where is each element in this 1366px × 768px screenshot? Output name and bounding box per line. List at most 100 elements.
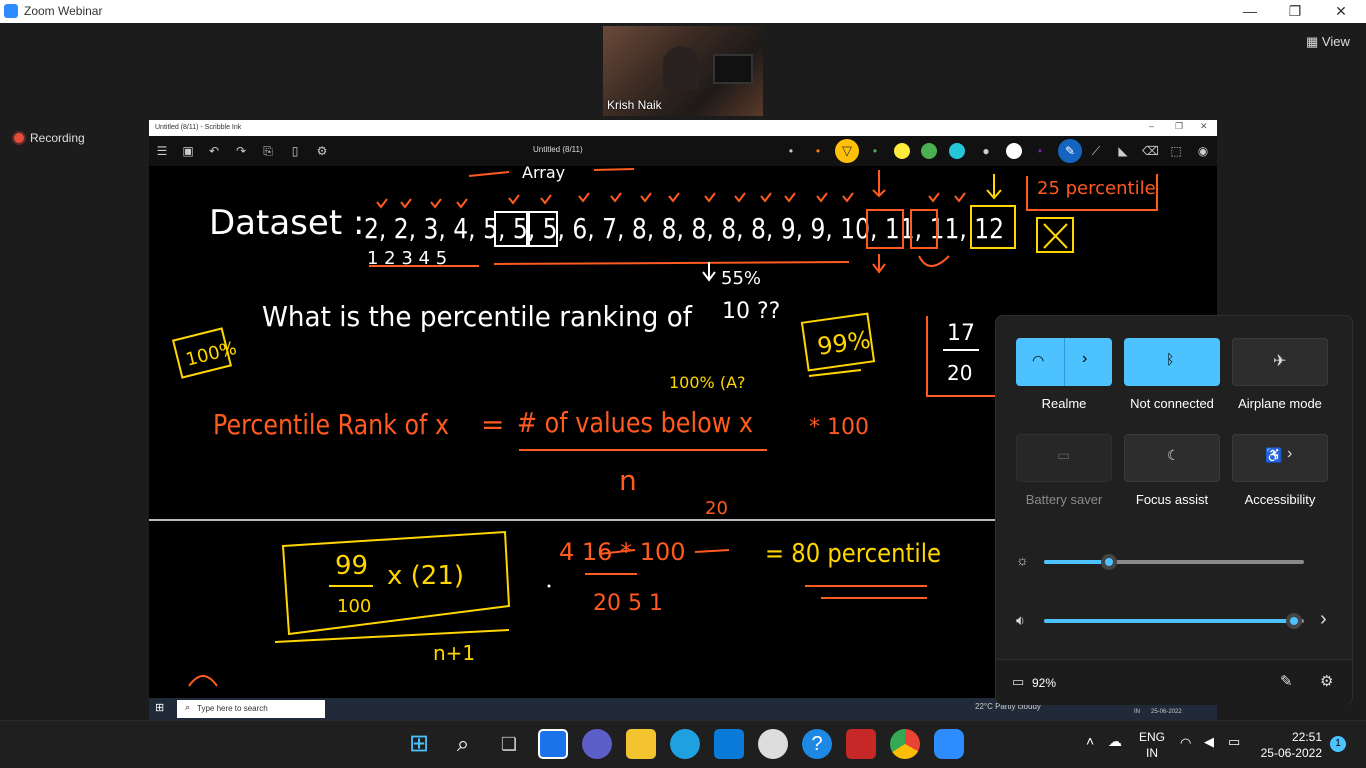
inner-lang: IN	[1134, 709, 1140, 715]
help-icon[interactable]: ?	[802, 729, 832, 759]
mcafee-icon[interactable]	[846, 729, 876, 759]
dot-small-purple-icon[interactable]: •	[1032, 143, 1048, 159]
task-view-icon[interactable]: ❏	[494, 729, 524, 759]
ink-close-button[interactable]: ✕	[1200, 121, 1208, 132]
lang-line1: ENG	[1139, 730, 1166, 744]
teams-chat-icon[interactable]	[582, 729, 612, 759]
swatch-yellow[interactable]	[894, 143, 910, 159]
start-button-icon[interactable]: ⊞	[404, 729, 434, 759]
highlighter-icon[interactable]: ▽	[835, 139, 859, 163]
swatch-white[interactable]	[1006, 143, 1022, 159]
box-numerator: 99	[335, 551, 368, 581]
close-button[interactable]: ✕	[1318, 0, 1364, 23]
ruler-icon[interactable]: ⟋	[1088, 143, 1104, 159]
edit-pencil-icon[interactable]: ✎	[1280, 672, 1293, 690]
calc-denominator: 20 5 1	[593, 591, 663, 616]
ink-minimize-button[interactable]: –	[1149, 121, 1154, 131]
eraser-icon[interactable]: ⌫	[1142, 143, 1159, 159]
view-button[interactable]: ▦ View	[1306, 34, 1350, 50]
clock[interactable]: 22:51 25-06-2022	[1261, 729, 1322, 761]
maximize-button[interactable]: ❐	[1272, 0, 1318, 23]
bluetooth-label: Not connected	[1130, 396, 1214, 411]
box-times: x (21)	[387, 561, 464, 591]
swatch-cyan[interactable]	[949, 143, 965, 159]
airplane-label: Airplane mode	[1238, 396, 1322, 411]
store-icon[interactable]	[714, 729, 744, 759]
swatch-green[interactable]	[921, 143, 937, 159]
triangle-icon[interactable]: ◣	[1115, 143, 1131, 159]
dot-small-green-icon[interactable]: •	[867, 143, 883, 159]
view-eye-icon[interactable]: ◉	[1195, 143, 1211, 159]
dot-medium-white-icon[interactable]: ●	[978, 143, 994, 159]
dot-small-orange-icon[interactable]: •	[810, 143, 826, 159]
clipboard-icon[interactable]: ⎘	[260, 143, 276, 159]
brightness-slider[interactable]	[1101, 554, 1117, 570]
settings-sliders-icon[interactable]: ⚙	[314, 143, 330, 159]
windows-taskbar: ⊞ ⌕ ❏ ? ˄ ☁ ENG IN ◠ ◀ ▭ 22:51 25-06-202…	[0, 720, 1366, 768]
clock-time: 22:51	[1291, 730, 1322, 744]
edge-browser-icon[interactable]	[670, 729, 700, 759]
ink-maximize-button[interactable]: ❐	[1175, 121, 1183, 132]
language-indicator[interactable]: ENG IN	[1139, 729, 1165, 761]
recording-indicator[interactable]: Recording	[14, 131, 85, 145]
wifi-tray-icon[interactable]: ◠	[1180, 735, 1191, 751]
file-explorer-icon[interactable]	[626, 729, 656, 759]
menu-icon[interactable]: ☰	[154, 143, 170, 159]
wifi-icon: ◠	[1032, 352, 1045, 368]
chevron-right-icon: ›	[1287, 445, 1293, 462]
battery-saver-tile: ▭	[1016, 434, 1112, 482]
notification-badge[interactable]: 1	[1330, 736, 1346, 752]
accessibility-icon: ♿	[1265, 447, 1283, 463]
chevron-right-icon[interactable]: ›	[1320, 608, 1327, 631]
chevron-right-icon[interactable]: ›	[1082, 350, 1087, 368]
redo-icon[interactable]: ↷	[233, 143, 249, 159]
pen-tool-icon[interactable]: ✎	[1058, 139, 1082, 163]
battery-percent[interactable]: 92%	[1032, 676, 1056, 690]
chevron-up-icon[interactable]: ˄	[1086, 733, 1094, 749]
app-circle-icon[interactable]	[758, 729, 788, 759]
undo-icon[interactable]: ↶	[206, 143, 222, 159]
onedrive-cloud-icon[interactable]: ☁	[1108, 733, 1122, 750]
start-icon[interactable]: ⊞	[155, 701, 169, 715]
select-icon[interactable]: ⬚	[1168, 143, 1184, 159]
search-icon: ⌕	[185, 702, 191, 712]
ninetynine-percent-label: 99%	[816, 326, 873, 361]
minimize-button[interactable]: —	[1227, 0, 1273, 23]
new-page-icon[interactable]: ▯	[287, 143, 303, 159]
ink-stroke	[468, 171, 510, 177]
speaker-name: Krish Naik	[607, 98, 662, 112]
zoom-app-icon[interactable]	[934, 729, 964, 759]
arrow-down-below-10	[872, 254, 886, 274]
accessibility-tile[interactable]: ♿ ›	[1232, 434, 1328, 482]
speaker-tray-icon[interactable]: ◀	[1204, 734, 1214, 750]
dot-small-white-icon[interactable]: •	[783, 143, 799, 159]
wifi-tile[interactable]: ◠ ›	[1016, 338, 1112, 386]
fraction-17: 17	[947, 321, 975, 346]
dataset-heading: Dataset :	[209, 203, 364, 243]
question-value: 10 ??	[722, 299, 780, 324]
search-icon[interactable]: ⌕	[448, 729, 478, 759]
airplane-tile[interactable]: ✈	[1232, 338, 1328, 386]
focus-assist-tile[interactable]: ☾	[1124, 434, 1220, 482]
arrow-down-10	[872, 170, 886, 198]
ink-dot	[547, 584, 551, 588]
n-plus-1: n+1	[433, 641, 475, 665]
chrome-icon[interactable]	[890, 729, 920, 759]
arrow-down-55	[702, 262, 716, 282]
fraction-20: 20	[947, 361, 972, 385]
percent-55-label: 55%	[721, 268, 761, 289]
cross-mark	[1043, 223, 1068, 249]
battery-tray-icon[interactable]: ▭	[1228, 734, 1240, 750]
speaker-video[interactable]: Krish Naik	[603, 26, 763, 116]
bluetooth-icon: ᛒ	[1166, 351, 1175, 367]
volume-slider[interactable]	[1285, 613, 1302, 629]
ink-text-array: Array	[522, 166, 565, 182]
focus-assist-label: Focus assist	[1135, 492, 1209, 507]
bluetooth-tile[interactable]: ᛒ	[1124, 338, 1220, 386]
save-icon[interactable]: ▣	[180, 143, 196, 159]
accessibility-label: Accessibility	[1244, 492, 1316, 507]
airplane-icon: ✈	[1273, 353, 1287, 370]
settings-gear-icon[interactable]: ⚙	[1320, 672, 1333, 690]
search-box[interactable]: Type here to search	[177, 700, 325, 718]
widgets-icon[interactable]	[538, 729, 568, 759]
